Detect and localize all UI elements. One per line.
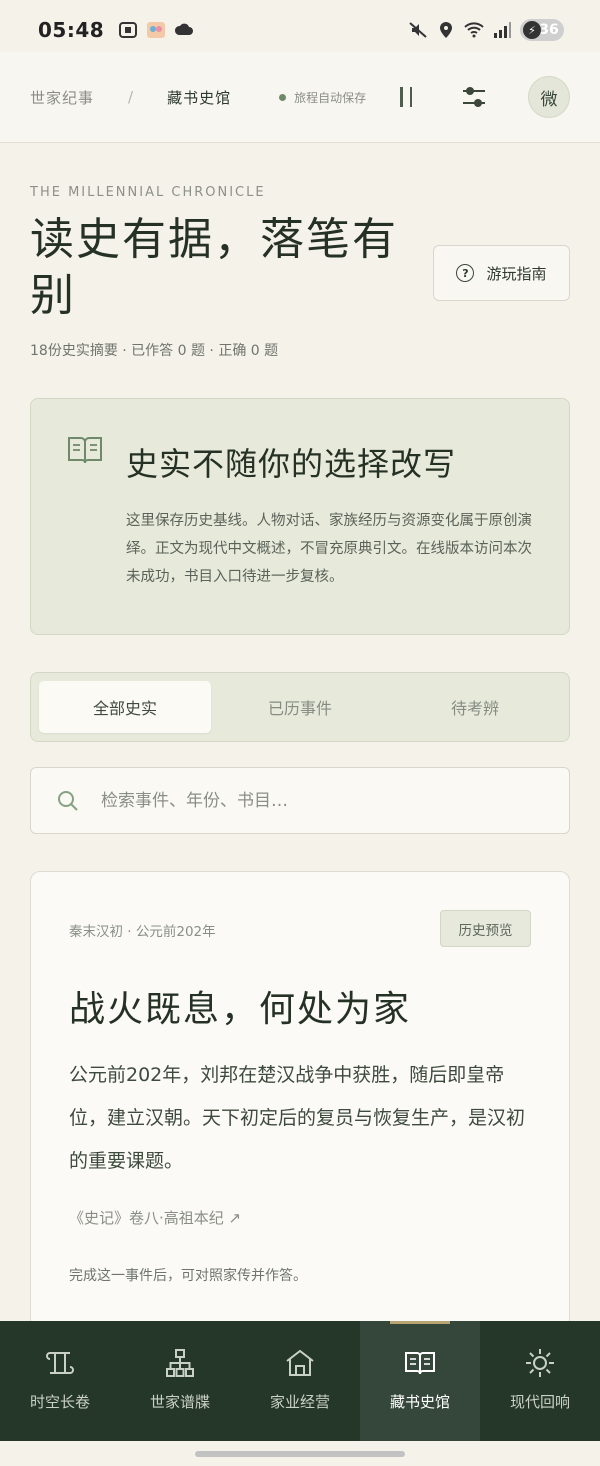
tab-pending-review[interactable]: 待考辨 xyxy=(389,681,561,733)
breadcrumb-root[interactable]: 世家纪事 xyxy=(30,87,94,108)
mute-icon xyxy=(409,22,427,38)
event-title: 战火既息，何处为家 xyxy=(69,989,412,1030)
help-icon: ? xyxy=(456,264,475,282)
tabbar-item-modern-echoes[interactable]: 现代回响 xyxy=(480,1321,600,1441)
breadcrumb-current: 藏书史馆 xyxy=(167,88,232,107)
settings-sliders-icon[interactable] xyxy=(460,83,488,111)
event-note: 完成这一事件后，可对照家传并作答。 xyxy=(69,1268,307,1284)
pause-bar-icon xyxy=(409,87,413,107)
autosave-status: 旅程自动保存 xyxy=(279,89,366,106)
tabbar-item-timeline[interactable]: 时空长卷 xyxy=(0,1321,120,1441)
tabbar-item-library[interactable]: 藏书史馆 xyxy=(360,1321,480,1441)
house-icon xyxy=(286,1349,314,1376)
book-icon xyxy=(405,1352,435,1375)
location-icon xyxy=(440,22,452,38)
tabbar-item-estate[interactable]: 家业经营 xyxy=(240,1321,360,1441)
page-kicker: THE MILLENNIAL CHRONICLE xyxy=(30,185,266,200)
wifi-icon xyxy=(464,22,484,38)
notice-title: 史实不随你的选择改写 xyxy=(126,445,457,483)
scroll-icon xyxy=(46,1352,74,1374)
autosave-label: 旅程自动保存 xyxy=(294,90,367,105)
avatar[interactable]: 微 xyxy=(528,76,570,118)
tab-experienced-events[interactable]: 已历事件 xyxy=(211,681,389,733)
sun-icon xyxy=(526,1349,554,1377)
source-link[interactable]: 《史记》卷八·高祖本纪 ↗ xyxy=(69,1207,241,1228)
pause-bar-icon xyxy=(400,87,403,107)
search-icon xyxy=(58,790,78,811)
search-box xyxy=(30,767,570,834)
battery-indicator: ⚡ 36 xyxy=(520,19,564,41)
bottom-tab-bar: 时空长卷 世家谱牒 家业经营 藏书史馆 现代回响 xyxy=(0,1321,600,1441)
breadcrumb-separator: / xyxy=(128,88,134,106)
battery-level: 36 xyxy=(539,22,559,38)
status-bar: 05:48 ⚡ 36 xyxy=(0,0,600,60)
filter-tabs: 全部史实 已历事件 待考辨 xyxy=(30,672,570,742)
search-input[interactable] xyxy=(101,790,521,811)
family-tree-icon xyxy=(166,1349,194,1377)
tabbar-label: 藏书史馆 xyxy=(389,1393,450,1411)
signal-icon xyxy=(494,22,511,38)
status-badge: 历史预览 xyxy=(440,910,531,947)
status-time: 05:48 xyxy=(38,18,105,42)
app-notification-icon xyxy=(147,22,166,38)
pause-button[interactable] xyxy=(400,87,413,107)
tabbar-label: 家业经营 xyxy=(269,1393,330,1411)
status-right-icons: ⚡ 36 xyxy=(408,19,564,41)
tabbar-label: 时空长卷 xyxy=(29,1393,90,1411)
charging-icon: ⚡ xyxy=(523,21,541,39)
open-book-icon xyxy=(68,437,102,464)
event-period: 秦末汉初 · 公元前202年 xyxy=(69,924,216,940)
event-card[interactable]: 秦末汉初 · 公元前202年 历史预览 战火既息，何处为家 公元前202年，刘邦… xyxy=(30,871,570,1371)
notice-body: 这里保存历史基线。人物对话、家族经历与资源变化属于原创演绎。正文为现代中文概述，… xyxy=(126,513,532,585)
cloud-icon xyxy=(175,23,194,35)
guide-button[interactable]: ? 游玩指南 xyxy=(433,245,570,301)
home-indicator[interactable] xyxy=(195,1451,405,1457)
top-nav: 世家纪事 / 藏书史馆 旅程自动保存 微 xyxy=(0,52,600,143)
tabbar-label: 现代回响 xyxy=(509,1393,570,1411)
guide-button-label: 游玩指南 xyxy=(486,264,547,283)
status-left-icons xyxy=(118,21,194,39)
tab-all-facts[interactable]: 全部史实 xyxy=(39,681,211,733)
progress-stats: 18份史实摘要 · 已作答 0 题 · 正确 0 题 xyxy=(30,343,279,359)
screenshot-icon xyxy=(119,22,138,38)
home-indicator-area xyxy=(0,1441,600,1466)
autosave-dot-icon xyxy=(279,93,287,101)
notice-card: 史实不随你的选择改写 这里保存历史基线。人物对话、家族经历与资源变化属于原创演绎… xyxy=(30,398,570,635)
tabbar-label: 世家谱牒 xyxy=(149,1393,210,1411)
event-summary: 公元前202年，刘邦在楚汉战争中获胜，随后即皇帝位，建立汉朝。天下初定后的复员与… xyxy=(69,1064,526,1172)
page-title: 读史有据，落笔有别 xyxy=(30,214,398,321)
tabbar-item-genealogy[interactable]: 世家谱牒 xyxy=(120,1321,240,1441)
